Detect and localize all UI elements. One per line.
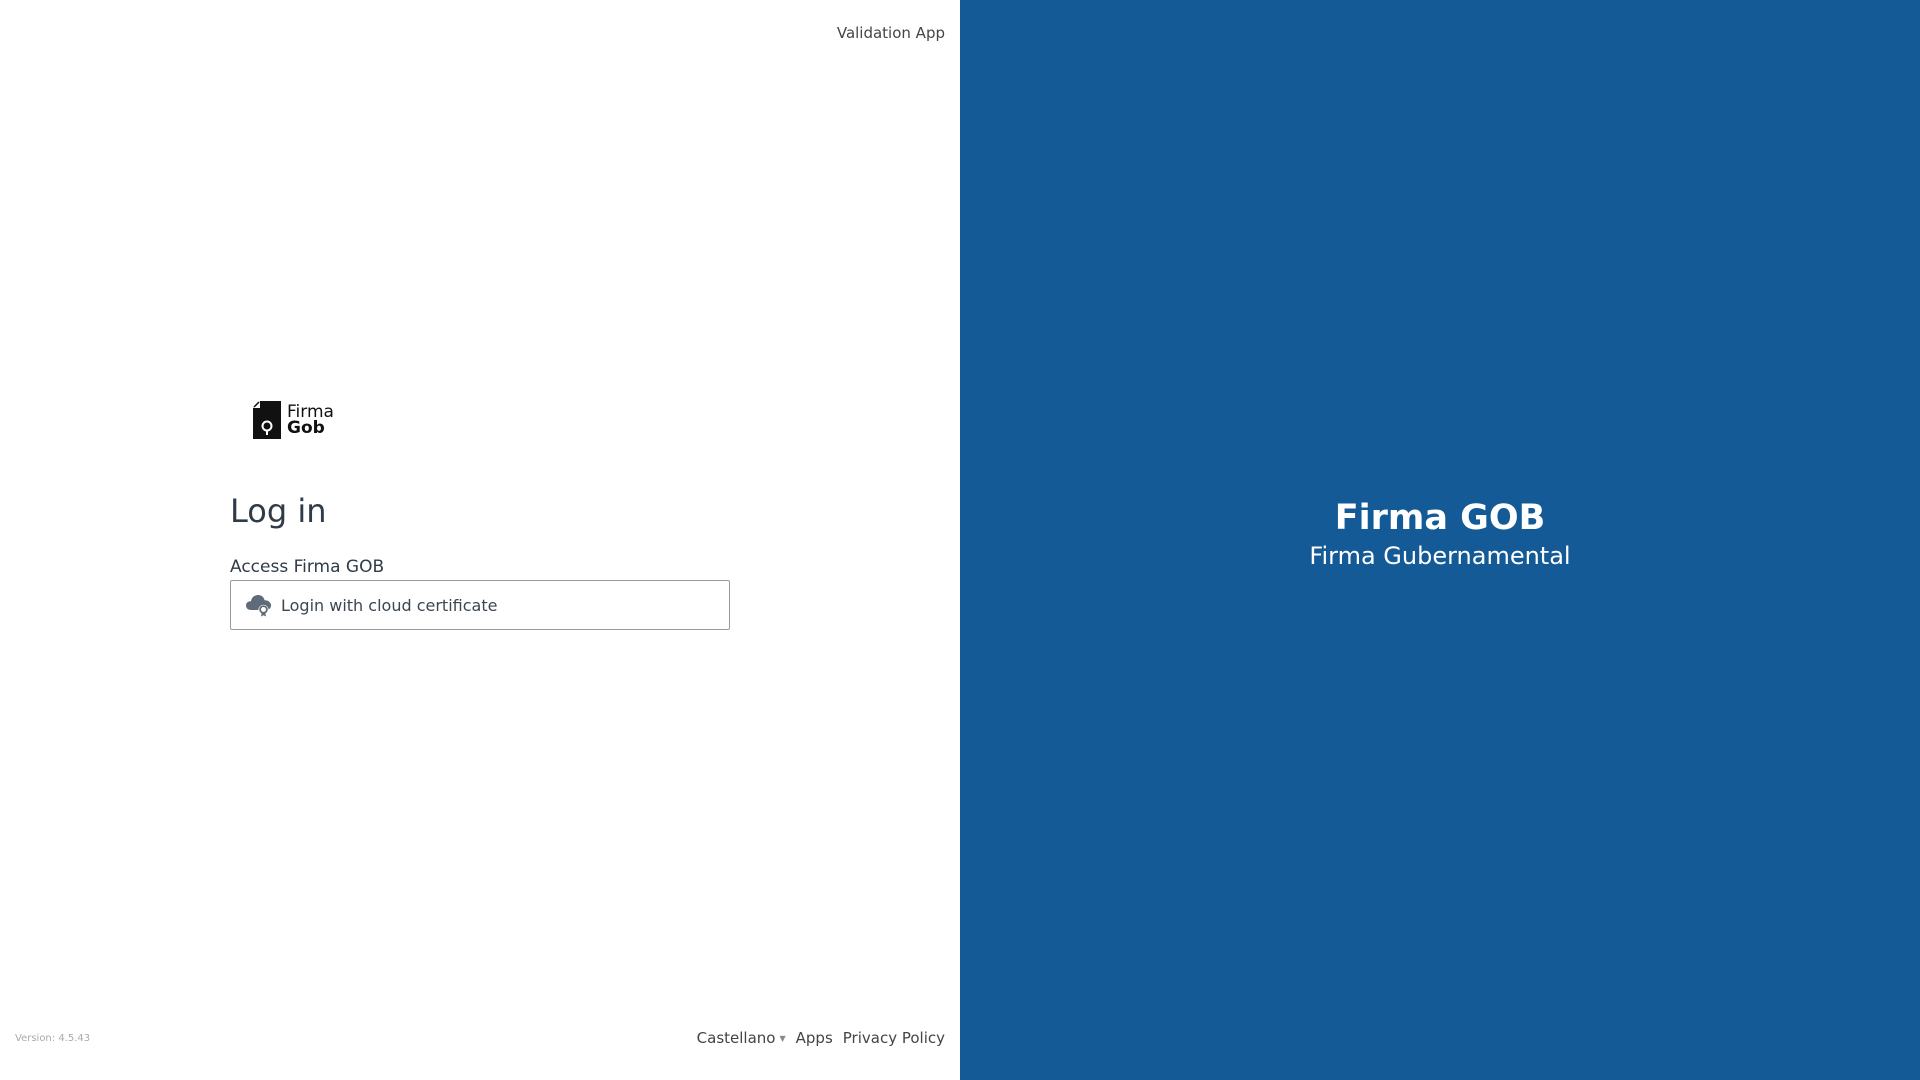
cloud-certificate-icon [246, 595, 271, 617]
language-selector-label: Castellano [696, 1029, 776, 1047]
footer-links: Castellano ▼ Apps Privacy Policy [687, 1029, 945, 1047]
version-label: Version: 4.5.43 [15, 1033, 91, 1044]
logo-text: Firma Gob [287, 404, 334, 438]
login-page: Validation App Firma Gob Log in Access F… [0, 0, 1920, 1080]
page-title: Log in [230, 492, 327, 530]
language-selector[interactable]: Castellano ▼ [697, 1029, 786, 1047]
login-panel: Validation App Firma Gob Log in Access F… [0, 0, 960, 1080]
validation-app-link[interactable]: Validation App [837, 24, 945, 42]
brand-panel: Firma GOB Firma Gubernamental [960, 0, 1920, 1080]
brand-block: Firma GOB Firma Gubernamental [960, 496, 1920, 572]
brand-title: Firma GOB [1334, 498, 1546, 538]
cloud-certificate-login-label: Login with cloud certificate [281, 595, 498, 615]
cloud-certificate-login-button[interactable]: Login with cloud certificate [230, 580, 730, 630]
brand-subtitle: Firma Gubernamental [1309, 542, 1571, 570]
document-seal-icon [253, 401, 281, 439]
privacy-policy-link[interactable]: Privacy Policy [843, 1029, 945, 1047]
caret-down-icon: ▼ [779, 1034, 786, 1043]
logo-text-line2: Gob [287, 418, 325, 438]
login-subtitle: Access Firma GOB [230, 557, 385, 577]
firma-gob-logo: Firma Gob [253, 400, 343, 440]
apps-link[interactable]: Apps [796, 1029, 833, 1047]
